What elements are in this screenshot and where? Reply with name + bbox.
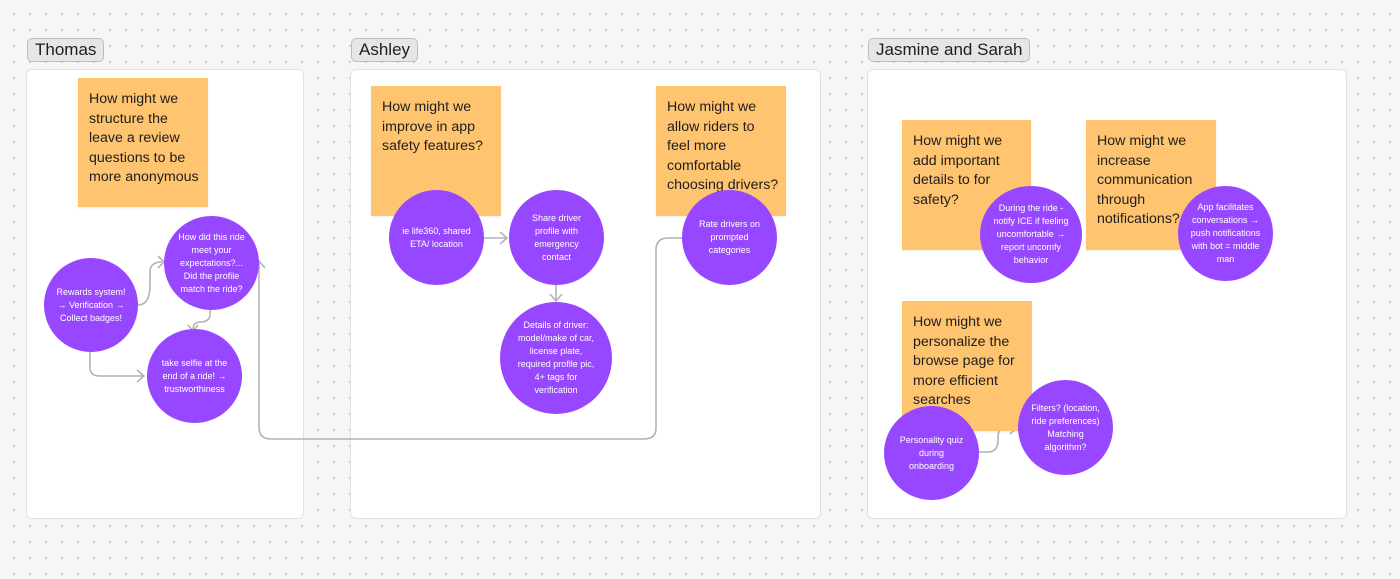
- idea-text: How did this ride meet your expectations…: [178, 231, 245, 294]
- idea-text: During the ride - notify ICE if feeling …: [993, 203, 1069, 265]
- idea-text: Details of driver: model/make of car, li…: [517, 320, 595, 395]
- idea-text: Rewards system! → Verification → Collect…: [56, 286, 126, 323]
- section-label-thomas[interactable]: Thomas: [27, 38, 105, 62]
- idea-circle-rate-drivers[interactable]: Rate drivers on prompted categories: [682, 190, 777, 285]
- idea-circle-personality-quiz[interactable]: Personality quiz during onboarding: [884, 406, 979, 500]
- idea-text: take selfie at the end of a ride! → trus…: [161, 357, 228, 394]
- idea-circle-rewards-system[interactable]: Rewards system! → Verification → Collect…: [44, 258, 138, 352]
- idea-circle-selfie[interactable]: take selfie at the end of a ride! → trus…: [147, 329, 242, 423]
- section-label-jasmine-sarah[interactable]: Jasmine and Sarah: [868, 38, 1031, 62]
- idea-text: ie life360, shared ETA/ location: [402, 225, 471, 249]
- idea-circle-driver-details[interactable]: Details of driver: model/make of car, li…: [500, 302, 612, 414]
- idea-text: Filters? (location, ride preferences) Ma…: [1031, 402, 1100, 452]
- idea-circle-life360[interactable]: ie life360, shared ETA/ location: [389, 190, 484, 285]
- idea-text: Rate drivers on prompted categories: [698, 219, 761, 255]
- idea-circle-filters[interactable]: Filters? (location, ride preferences) Ma…: [1018, 380, 1113, 475]
- idea-text: App facilitates conversations → push not…: [1190, 202, 1261, 264]
- idea-circle-share-profile[interactable]: Share driver profile with emergency cont…: [509, 190, 604, 285]
- idea-circle-notify-ice[interactable]: During the ride - notify ICE if feeling …: [980, 186, 1082, 283]
- section-label-ashley[interactable]: Ashley: [351, 38, 419, 62]
- sticky-note-anonymous-review[interactable]: How might we structure the leave a revie…: [78, 78, 208, 207]
- idea-circle-app-conversations[interactable]: App facilitates conversations → push not…: [1178, 186, 1273, 281]
- idea-text: Share driver profile with emergency cont…: [531, 212, 582, 262]
- idea-circle-ride-expectations[interactable]: How did this ride meet your expectations…: [164, 216, 259, 310]
- idea-text: Personality quiz during onboarding: [899, 434, 964, 471]
